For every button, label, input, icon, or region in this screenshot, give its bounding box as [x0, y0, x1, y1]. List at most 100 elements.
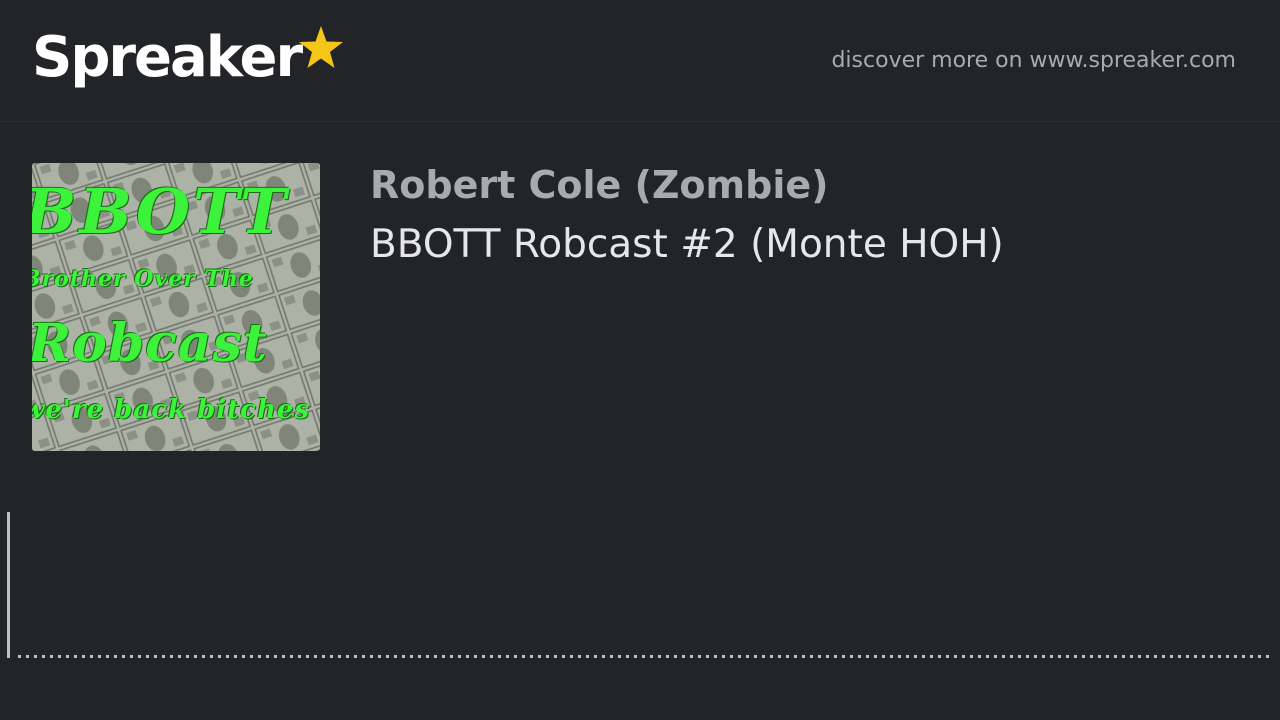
- waveform-dot: [394, 655, 397, 658]
- waveform-dot: [906, 655, 909, 658]
- waveform-dot: [746, 655, 749, 658]
- waveform-dot: [658, 655, 661, 658]
- waveform-dot: [954, 655, 957, 658]
- waveform-dot: [994, 655, 997, 658]
- waveform-dot: [90, 655, 93, 658]
- waveform-dot: [354, 655, 357, 658]
- star-icon: [299, 26, 344, 68]
- playhead-marker[interactable]: [7, 512, 10, 658]
- waveform-dot: [242, 655, 245, 658]
- waveform-dot: [1170, 655, 1173, 658]
- waveform-dot: [978, 655, 981, 658]
- waveform-dot: [330, 655, 333, 658]
- waveform-dot: [234, 655, 237, 658]
- waveform-dot: [58, 655, 61, 658]
- waveform-dot: [226, 655, 229, 658]
- waveform-dot: [50, 655, 53, 658]
- waveform-dot: [426, 655, 429, 658]
- waveform-dot: [786, 655, 789, 658]
- waveform-dot: [682, 655, 685, 658]
- waveform-dot: [706, 655, 709, 658]
- waveform-dot: [922, 655, 925, 658]
- waveform-dot: [1074, 655, 1077, 658]
- waveform-dot: [1202, 655, 1205, 658]
- waveform-dot: [818, 655, 821, 658]
- waveform-dot: [1130, 655, 1133, 658]
- waveform-dot: [378, 655, 381, 658]
- waveform-dot: [594, 655, 597, 658]
- waveform-dot: [282, 655, 285, 658]
- waveform-dot: [410, 655, 413, 658]
- cover-text-line: Brother Over The: [32, 266, 254, 292]
- waveform-dot: [914, 655, 917, 658]
- logo-wordmark: Spreaker: [32, 25, 303, 90]
- waveform-dot: [474, 655, 477, 658]
- cover-text-line: we're back bitches: [32, 395, 311, 425]
- waveform-dot: [154, 655, 157, 658]
- waveform-dot: [618, 655, 621, 658]
- waveform-dot: [1042, 655, 1045, 658]
- waveform-dot: [626, 655, 629, 658]
- waveform-dot: [490, 655, 493, 658]
- header-bar: Spreaker discover more on www.spreaker.c…: [0, 0, 1280, 122]
- waveform-dot: [1010, 655, 1013, 658]
- waveform-dot: [1210, 655, 1213, 658]
- waveform-dot: [602, 655, 605, 658]
- waveform-dot: [970, 655, 973, 658]
- waveform-dot: [450, 655, 453, 658]
- waveform-dot: [794, 655, 797, 658]
- cover-text-line: BBOTT: [32, 175, 290, 248]
- waveform-dot: [170, 655, 173, 658]
- spreaker-logo[interactable]: Spreaker: [32, 22, 345, 94]
- waveform-dot: [666, 655, 669, 658]
- waveform-dot: [362, 655, 365, 658]
- waveform-dot: [1218, 655, 1221, 658]
- waveform-dot: [642, 655, 645, 658]
- waveform-dot: [298, 655, 301, 658]
- waveform-dot: [1266, 655, 1269, 658]
- waveform-dot: [586, 655, 589, 658]
- episode-cover-art: BBOTT Brother Over The Robcast we're bac…: [32, 163, 320, 451]
- waveform-dot: [1242, 655, 1245, 658]
- waveform-dot: [418, 655, 421, 658]
- waveform-dot: [674, 655, 677, 658]
- waveform-dot: [210, 655, 213, 658]
- waveform-dot: [482, 655, 485, 658]
- audio-waveform[interactable]: [0, 500, 1280, 670]
- waveform-dot: [1186, 655, 1189, 658]
- waveform-dot: [538, 655, 541, 658]
- waveform-dot: [442, 655, 445, 658]
- waveform-dot: [146, 655, 149, 658]
- waveform-dot: [578, 655, 581, 658]
- waveform-dot: [1082, 655, 1085, 658]
- waveform-dot: [498, 655, 501, 658]
- waveform-dot: [874, 655, 877, 658]
- waveform-dot: [1162, 655, 1165, 658]
- waveform-dot: [138, 655, 141, 658]
- waveform-dot: [738, 655, 741, 658]
- waveform-dot: [1234, 655, 1237, 658]
- waveform-dot: [962, 655, 965, 658]
- waveform-dot: [82, 655, 85, 658]
- waveform-dot: [986, 655, 989, 658]
- waveform-dot: [290, 655, 293, 658]
- episode-author: Robert Cole (Zombie): [370, 163, 829, 207]
- waveform-dot: [66, 655, 69, 658]
- waveform-dot: [178, 655, 181, 658]
- waveform-dot: [770, 655, 773, 658]
- waveform-dot: [1002, 655, 1005, 658]
- waveform-dot: [826, 655, 829, 658]
- player-frame: Spreaker discover more on www.spreaker.c…: [0, 0, 1280, 720]
- waveform-dot: [898, 655, 901, 658]
- waveform-dot: [186, 655, 189, 658]
- waveform-dot: [370, 655, 373, 658]
- waveform-dot: [250, 655, 253, 658]
- waveform-dot: [1226, 655, 1229, 658]
- waveform-dot: [650, 655, 653, 658]
- waveform-dot: [690, 655, 693, 658]
- waveform-dot: [1250, 655, 1253, 658]
- discover-more-link[interactable]: discover more on www.spreaker.com: [831, 46, 1236, 76]
- waveform-dot: [1194, 655, 1197, 658]
- waveform-dot: [1154, 655, 1157, 658]
- waveform-dot: [530, 655, 533, 658]
